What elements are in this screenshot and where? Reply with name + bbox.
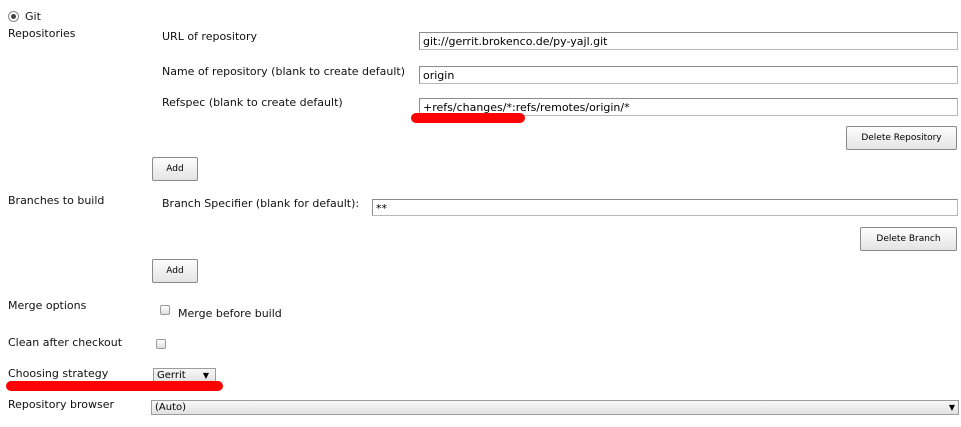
choosing-strategy-value: Gerrit [157,370,186,381]
annotation-underline-strategy [6,381,223,391]
git-radio[interactable] [8,11,19,22]
repo-name-input[interactable]: origin [419,66,958,84]
refspec-label: Refspec (blank to create default) [162,96,343,109]
merge-before-build-checkbox[interactable] [160,305,170,315]
annotation-underline-refspec [411,113,525,123]
delete-repository-button[interactable]: Delete Repository [846,126,957,150]
add-branch-button[interactable]: Add [152,259,198,283]
git-radio-label: Git [25,10,41,23]
add-repository-button[interactable]: Add [152,157,198,181]
chevron-down-icon: ▼ [948,403,955,412]
merge-options-label: Merge options [8,299,87,312]
branches-section-label: Branches to build [8,194,105,207]
url-input[interactable]: git://gerrit.brokenco.de/py-yajl.git [419,32,958,50]
clean-after-checkout-checkbox[interactable] [156,339,166,349]
clean-after-checkout-label: Clean after checkout [8,336,123,349]
url-label: URL of repository [162,30,258,43]
choosing-strategy-label: Choosing strategy [8,367,109,380]
repository-browser-value: (Auto) [155,402,187,413]
repositories-section-label: Repositories [8,27,76,40]
branch-specifier-label: Branch Specifier (blank for default): [162,197,360,210]
repo-name-label: Name of repository (blank to create defa… [162,65,406,78]
delete-branch-button[interactable]: Delete Branch [860,227,957,251]
merge-before-build-label: Merge before build [178,307,282,320]
repository-browser-select[interactable]: (Auto) ▼ [151,400,959,415]
repository-browser-label: Repository browser [8,398,114,411]
branch-specifier-input[interactable]: ** [372,199,958,216]
